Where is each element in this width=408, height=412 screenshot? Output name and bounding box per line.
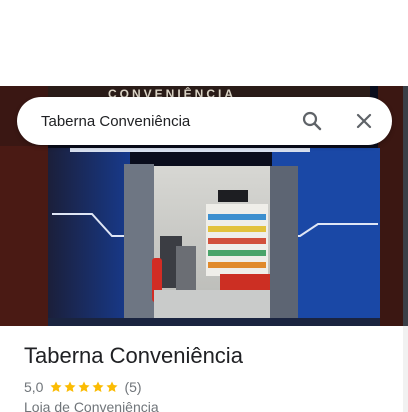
star-rating <box>49 380 119 394</box>
search-icon <box>302 111 322 131</box>
close-icon <box>356 113 372 129</box>
close-button[interactable] <box>352 109 376 133</box>
search-bar <box>17 97 392 145</box>
scrollbar-thumb[interactable] <box>403 86 408 326</box>
rating-value: 5,0 <box>24 379 44 395</box>
top-whitespace <box>0 0 408 86</box>
star-icon <box>78 381 91 393</box>
star-icon <box>106 381 119 393</box>
star-icon <box>92 381 105 393</box>
search-button[interactable] <box>300 109 324 133</box>
search-input[interactable] <box>41 97 291 145</box>
review-count[interactable]: (5) <box>124 379 141 395</box>
rating-row: 5,0 (5) <box>24 378 142 396</box>
place-title: Taberna Conveniência <box>24 343 243 368</box>
place-category[interactable]: Loja de Conveniência <box>24 399 159 412</box>
star-icon <box>50 381 63 393</box>
star-icon <box>64 381 77 393</box>
